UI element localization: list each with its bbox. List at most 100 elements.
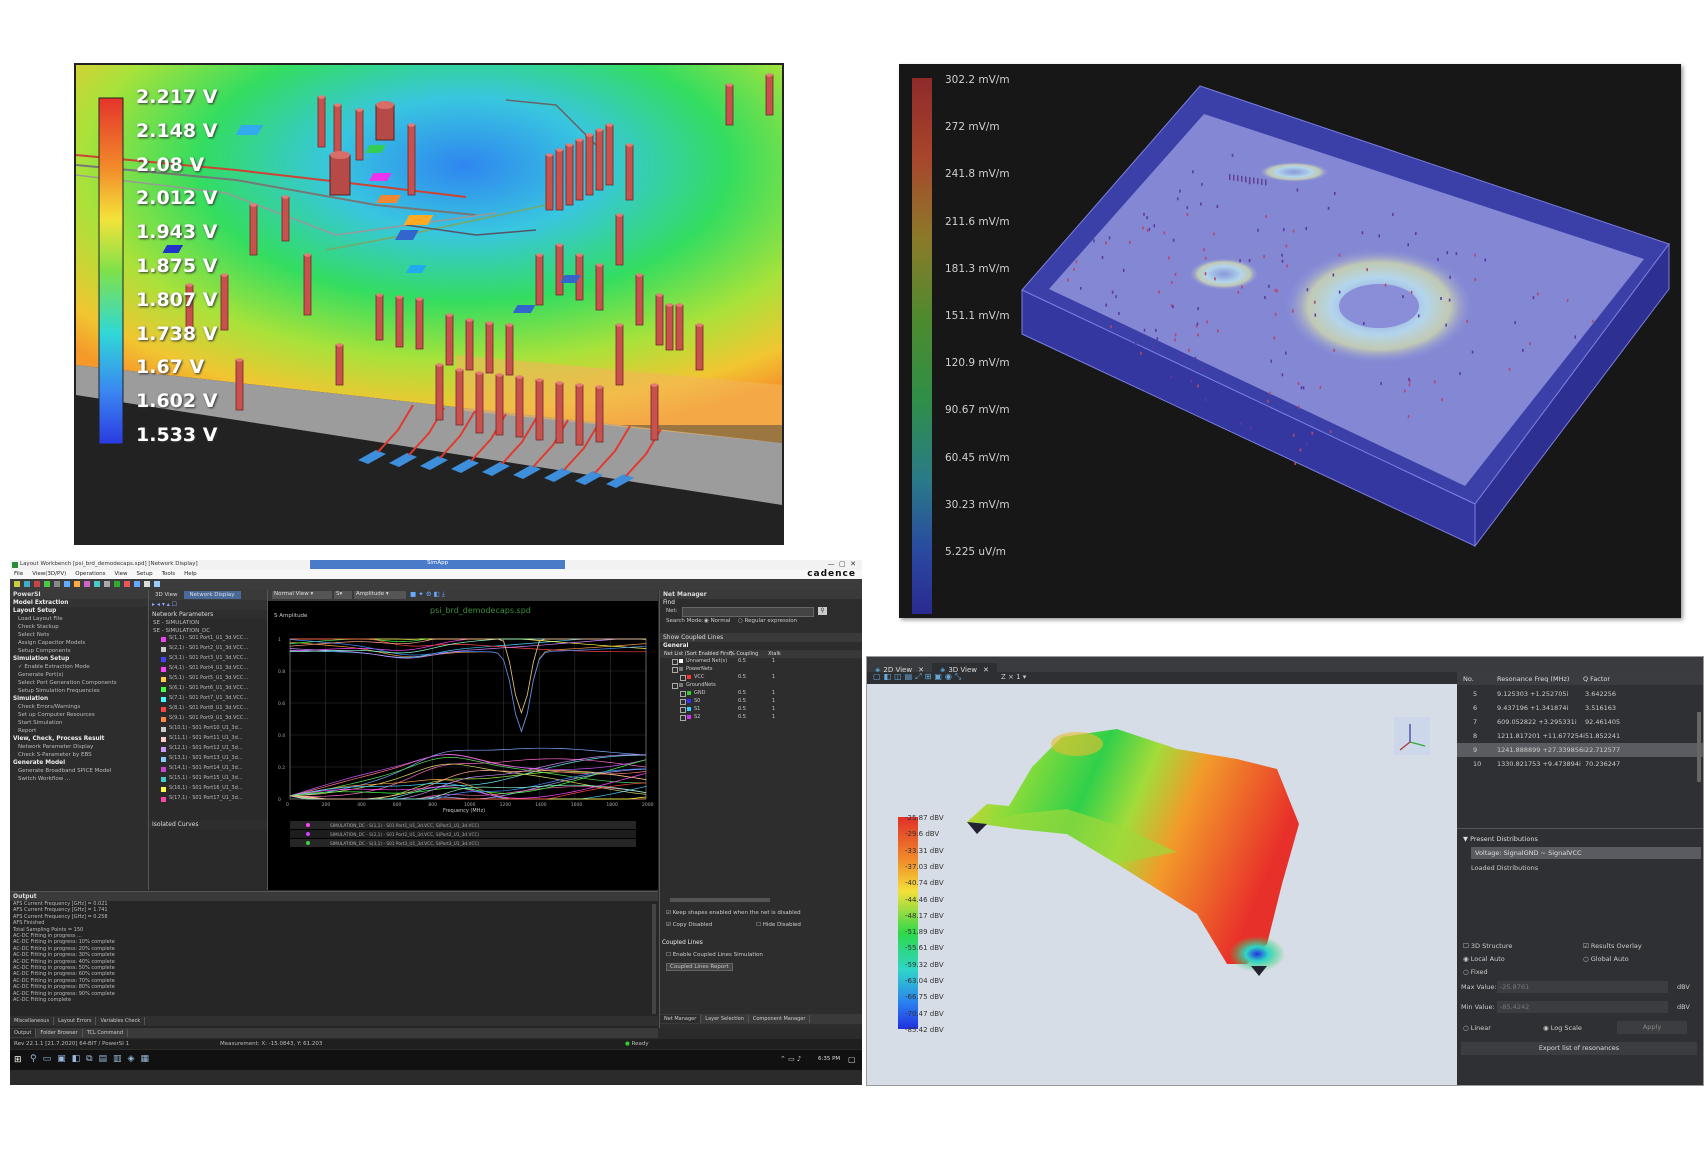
resonance-row[interactable]: 8 1211.817201 +11.677254i 51.852241: [1457, 729, 1703, 743]
menu-item[interactable]: View(3D/PV): [32, 571, 66, 577]
s-parameter-item[interactable]: S(2,1) - S01 Port2_U1_3d.VCC...: [149, 645, 267, 655]
s-parameter-item[interactable]: S(4,1) - S01 Port4_U1_3d.VCC...: [149, 665, 267, 675]
workflow-step[interactable]: Check Stackup: [10, 623, 148, 631]
s-parameter-item[interactable]: S(12,1) - S01 Port12_U1_3d...: [149, 745, 267, 755]
s-parameter-item[interactable]: S(8,1) - S01 Port8_U1_3d.VCC...: [149, 705, 267, 715]
resonance-row[interactable]: 9 1241.888899 +27.339856i 22.712577: [1457, 743, 1703, 757]
copy-disabled-checkbox[interactable]: ☑ Copy Disabled: [666, 922, 712, 928]
layout-workbench-window[interactable]: Layout Workbench [psi_brd_demodecaps.spd…: [10, 560, 862, 1085]
export-resonances-button[interactable]: Export list of resonances: [1461, 1042, 1697, 1055]
apply-button[interactable]: Apply: [1617, 1021, 1687, 1034]
s-parameter-item[interactable]: S(13,1) - S01 Port13_U1_3d...: [149, 755, 267, 765]
s-parameter-item[interactable]: S(15,1) - S01 Port15_U1_3d...: [149, 775, 267, 785]
simulation-tree-node[interactable]: SE - SIMULATION: [149, 619, 267, 627]
resonance-row[interactable]: 6 9.437196 +1.341874i 3.516163: [1457, 701, 1703, 715]
net-scrollbar[interactable]: [670, 898, 770, 902]
enable-coupled-checkbox[interactable]: ☐ Enable Coupled Lines Simulation: [666, 952, 763, 958]
toolbar-tool-icon[interactable]: [24, 581, 30, 587]
menu-item[interactable]: View: [114, 571, 127, 577]
output-scrollbar[interactable]: [652, 904, 656, 1014]
start-icon[interactable]: ⊞: [14, 1055, 22, 1065]
s-parameter-plot[interactable]: S Amplitude psi_brd_demodecaps.spd 0 200 400…: [268, 601, 658, 890]
resonance-3d-view[interactable]: ◈ 2D View ✕ ◈ 3D View ✕ ▢◧◫▤⤢⊞▣◉⤡ Z × 1 ▾: [866, 656, 1704, 1086]
workflow-step[interactable]: Setup Components: [10, 647, 148, 655]
workflow-step[interactable]: Report: [10, 727, 148, 735]
workflow-step[interactable]: Set up Computer Resources: [10, 711, 148, 719]
global-auto-radio[interactable]: ○ Global Auto: [1583, 955, 1629, 963]
toolbar-tool-icon[interactable]: [124, 581, 130, 587]
s-parameter-item[interactable]: S(5,1) - S01 Port5_U1_3d.VCC...: [149, 675, 267, 685]
workflow-step[interactable]: Network Parameter Display: [10, 743, 148, 751]
resonance-surface-plot[interactable]: [867, 684, 1457, 1084]
net-row[interactable]: VCC 0.5 1: [660, 674, 862, 682]
display-type-select[interactable]: Amplitude ▾: [354, 591, 406, 599]
local-auto-radio[interactable]: ◉ Local Auto: [1463, 955, 1505, 963]
zoom-select[interactable]: Z × 1 ▾: [1001, 673, 1026, 681]
voltage-distribution-view[interactable]: 2.217 V 2.148 V 2.08 V 2.012 V 1.943 V 1.875 …: [74, 63, 784, 545]
voltage-distribution-item[interactable]: Voltage: SignalGND ~ SignalVCC: [1471, 847, 1701, 859]
main-toolbar[interactable]: [10, 579, 862, 590]
workflow-step[interactable]: Switch Workflow ...: [10, 775, 148, 783]
fixed-radio[interactable]: ○ Fixed: [1463, 968, 1488, 976]
net-row[interactable]: S0 0.5 1: [660, 698, 862, 706]
toolbar-tool-icon[interactable]: [44, 581, 50, 587]
tree-toolbar[interactable]: ▸ ◂ ▾ ▴ ☐: [149, 601, 177, 608]
menu-item[interactable]: Setup: [137, 571, 153, 577]
net-row[interactable]: S1 0.5 1: [660, 706, 862, 714]
net-checkbox[interactable]: [680, 715, 686, 721]
manager-tab[interactable]: Net Manager: [660, 1015, 702, 1023]
s-parameter-item[interactable]: S(7,1) - S01 Port7_U1_3d.VCC...: [149, 695, 267, 705]
3d-structure-checkbox[interactable]: ☐ 3D Structure: [1463, 942, 1512, 950]
net-search-input[interactable]: [682, 607, 814, 617]
workflow-step[interactable]: Check S-Parameter by EBS: [10, 751, 148, 759]
net-search-icon[interactable]: ⚲: [818, 607, 827, 615]
net-row[interactable]: PowerNets: [660, 666, 862, 674]
regex-radio[interactable]: ○ Regular expression: [738, 618, 797, 624]
resonance-row[interactable]: 10 1330.821753 +9.473894i 70.236247: [1457, 757, 1703, 771]
toolbar-tool-icon[interactable]: [154, 581, 160, 587]
toolbar-tool-icon[interactable]: [104, 581, 110, 587]
s-parameter-item[interactable]: S(11,1) - S01 Port11_U1_3d...: [149, 735, 267, 745]
table-scrollbar[interactable]: [1697, 712, 1701, 782]
net-row[interactable]: S2 0.5 1: [660, 714, 862, 722]
plot-pane[interactable]: Normal View ▾ S▾ Amplitude ▾ ■ ✦ ⚙ ◧ ⤓ S…: [268, 590, 658, 890]
manager-tab[interactable]: Component Manager: [749, 1015, 811, 1023]
s-parameter-item[interactable]: S(9,1) - S01 Port9_U1_3d.VCC...: [149, 715, 267, 725]
results-overlay-checkbox[interactable]: ☑ Results Overlay: [1583, 942, 1642, 950]
resonance-toolbar[interactable]: ▢◧◫▤⤢⊞▣◉⤡ Z × 1 ▾: [867, 672, 1457, 684]
menu-item[interactable]: Tools: [162, 571, 176, 577]
sim-app-tab[interactable]: SimApp: [310, 560, 565, 569]
panel-tab[interactable]: Variables Check: [96, 1017, 146, 1025]
workflow-step[interactable]: Select Nets: [10, 631, 148, 639]
hide-disabled-checkbox[interactable]: ☐ Hide Disabled: [756, 922, 801, 928]
s-parameter-item[interactable]: S(14,1) - S01 Port14_U1_3d...: [149, 765, 267, 775]
view-tool-icons[interactable]: ▢◧◫▤⤢⊞▣◉⤡: [873, 672, 964, 682]
resonance-row[interactable]: 5 9.125303 +1.252705i 3.642256: [1457, 687, 1703, 701]
keep-shapes-checkbox[interactable]: ☑ Keep shapes enabled when the net is di…: [666, 910, 801, 916]
toolbar-tool-icon[interactable]: [114, 581, 120, 587]
toolbar-tool-icon[interactable]: [14, 581, 20, 587]
view-tab[interactable]: Network Display: [183, 591, 241, 599]
net-checkbox[interactable]: [680, 675, 686, 681]
menu-item[interactable]: File: [14, 571, 23, 577]
s-parameter-item[interactable]: S(17,1) - S01 Port17_U1_3d...: [149, 795, 267, 805]
s-parameter-item[interactable]: S(10,1) - S01 Port10_U1_3d...: [149, 725, 267, 735]
workflow-step[interactable]: Load Layout File: [10, 615, 148, 623]
workflow-step[interactable]: Generate Broadband SPICE Model: [10, 767, 148, 775]
s-parameter-item[interactable]: S(3,1) - S01 Port3_U1_3d.VCC...: [149, 655, 267, 665]
menu-item[interactable]: Operations: [75, 571, 105, 577]
workflow-step[interactable]: Generate Port(s): [10, 671, 148, 679]
toolbar-tool-icon[interactable]: [64, 581, 70, 587]
resonance-row[interactable]: 7 609.052822 +3.295331i 92.461405: [1457, 715, 1703, 729]
toolbar-tool-icon[interactable]: [74, 581, 80, 587]
normal-radio[interactable]: ◉ Normal: [704, 618, 730, 624]
toolbar-tool-icon[interactable]: [84, 581, 90, 587]
tray-icons[interactable]: ⌃ ▭ ♪: [780, 1055, 801, 1063]
present-distributions-header[interactable]: ▼ Present Distributions: [1463, 835, 1538, 843]
toolbar-tool-icon[interactable]: [94, 581, 100, 587]
workflow-step[interactable]: Start Simulation: [10, 719, 148, 727]
view-tab[interactable]: 3D View: [149, 591, 184, 599]
panel-tab[interactable]: Layout Errors: [54, 1017, 97, 1025]
bottom-tab[interactable]: Folder Browser: [36, 1029, 83, 1037]
log-scale-radio[interactable]: ◉ Log Scale: [1543, 1024, 1582, 1032]
